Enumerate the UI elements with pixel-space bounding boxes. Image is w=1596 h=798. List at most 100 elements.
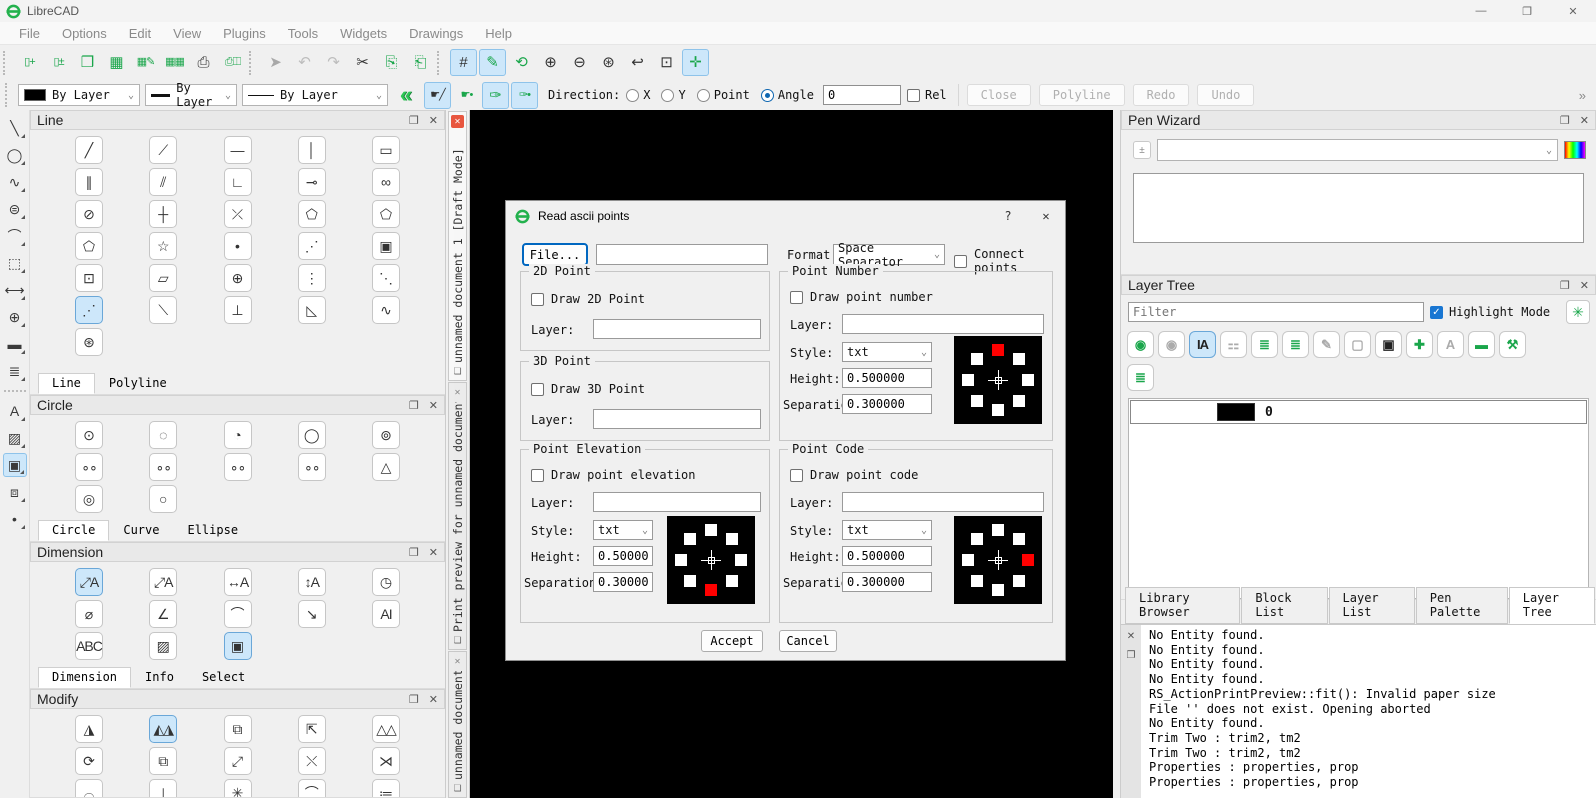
redo-button[interactable]: ↷ — [320, 49, 347, 76]
separation-code-input[interactable] — [842, 572, 932, 592]
circle-inscribed[interactable]: △ — [372, 453, 400, 481]
direction-angle-radio[interactable]: Angle — [761, 88, 814, 102]
dock-tab-layer-tree[interactable]: Layer Tree — [1509, 587, 1595, 624]
angle-input[interactable] — [823, 85, 901, 105]
close-icon[interactable]: ✕ — [451, 115, 464, 128]
close-icon[interactable]: ✕ — [451, 386, 464, 399]
close-action-button[interactable]: Close — [967, 84, 1031, 106]
pen-wizard-list[interactable] — [1133, 173, 1584, 243]
pen-wizard-header[interactable]: Pen Wizard ❐✕ — [1121, 110, 1596, 130]
accept-button[interactable]: Accept — [701, 630, 763, 652]
modify-move[interactable]: ◮ — [75, 715, 103, 743]
polygon-center-corner[interactable]: ⬠ — [298, 200, 326, 228]
file-button[interactable]: File... — [522, 243, 588, 266]
image-tool-button[interactable]: ▣ — [3, 453, 27, 477]
circle-tangent-two-radius[interactable]: ∘∘ — [75, 453, 103, 481]
dialog-close-button[interactable]: ✕ — [1027, 201, 1065, 231]
menu-edit[interactable]: Edit — [118, 24, 162, 43]
circle-center-radius[interactable]: ⊚ — [372, 421, 400, 449]
open-button[interactable]: ❒ — [74, 49, 101, 76]
points-series-tool[interactable]: ⋰ — [298, 232, 326, 260]
modify-move-copy[interactable]: ⧉ — [149, 747, 177, 775]
single-point-tool[interactable]: • — [224, 232, 252, 260]
zoom-out-button[interactable]: ⊖ — [566, 49, 593, 76]
ellipse-tools-button[interactable]: ⊜ — [3, 197, 27, 221]
layers-lock-all-button[interactable]: ▣ — [1375, 331, 1402, 358]
image-tool[interactable]: ▣ — [224, 632, 252, 660]
format-select[interactable]: Space Separator⌄ — [833, 244, 945, 265]
menu-help[interactable]: Help — [474, 24, 523, 43]
layers-construction-button[interactable]: ⚏ — [1220, 331, 1247, 358]
triangle-tool[interactable]: ◺ — [298, 296, 326, 324]
dim-angular[interactable]: ∠ — [149, 600, 177, 628]
layers-text-label-button[interactable]: IA — [1189, 331, 1216, 358]
height-code-input[interactable] — [842, 546, 932, 566]
circle-by-arc[interactable]: ○ — [149, 485, 177, 513]
circle-tools-button[interactable]: ◯ — [3, 143, 27, 167]
print-button[interactable]: ⎙ — [190, 49, 217, 76]
line-tools-button[interactable]: ╲ — [3, 116, 27, 140]
modify-tools-button[interactable]: ⊕ — [3, 305, 27, 329]
crosshair-tool[interactable]: ⊕ — [224, 264, 252, 292]
float-panel-icon[interactable]: ❐ — [409, 693, 419, 706]
line-tangent-point-circle[interactable]: ⊸ — [298, 168, 326, 196]
layer-2d-input[interactable] — [593, 319, 761, 339]
polygon-corners[interactable]: ⬠ — [75, 232, 103, 260]
tab-info[interactable]: Info — [131, 667, 188, 688]
layer-color-swatch[interactable] — [1217, 403, 1255, 421]
circle-two-points-radius[interactable]: ◔ — [224, 421, 252, 449]
dim-leader[interactable]: ↘ — [298, 600, 326, 628]
circle-center-point[interactable]: ⊙ — [75, 421, 103, 449]
hatch-tool[interactable]: ▨ — [149, 632, 177, 660]
float-panel-icon[interactable]: ❐ — [1560, 279, 1570, 292]
dock-tab-layer-list[interactable]: Layer List — [1329, 587, 1415, 624]
dock-tab-block-list[interactable]: Block List — [1241, 587, 1327, 624]
separation-number-input[interactable] — [842, 394, 932, 414]
layer-tree-header[interactable]: Layer Tree ❐✕ — [1121, 275, 1596, 295]
close-panel-icon[interactable]: ✕ — [429, 114, 438, 127]
direction-y-radio[interactable]: Y — [661, 88, 685, 102]
close-panel-icon[interactable]: ✕ — [429, 693, 438, 706]
pan-zoom-button[interactable]: ✛ — [682, 49, 709, 76]
line-parallel[interactable]: ∥ — [75, 168, 103, 196]
layers-sort-button[interactable]: ≣ — [1251, 331, 1278, 358]
command-log[interactable]: No Entity found.No Entity found.No Entit… — [1141, 625, 1596, 798]
dim-linear[interactable]: ⤢A — [149, 568, 177, 596]
layer-3d-input[interactable] — [593, 409, 761, 429]
circle-tangent-two[interactable]: ∘∘ — [224, 453, 252, 481]
menu-options[interactable]: Options — [51, 24, 118, 43]
tab-circle[interactable]: Circle — [38, 520, 109, 541]
new-from-template-button[interactable]: ▯± — [45, 49, 72, 76]
dim-horizontal[interactable]: ↔A — [224, 568, 252, 596]
line-parallel-through-point[interactable]: ⫽ — [149, 168, 177, 196]
height-number-input[interactable] — [842, 368, 932, 388]
layers-unlock-all-button[interactable]: ▢ — [1344, 331, 1371, 358]
read-ascii-points-tool[interactable]: ⋰ — [75, 296, 103, 324]
line-tangent-orthogonal[interactable]: ⊘ — [75, 200, 103, 228]
draw-point-elevation-checkbox[interactable]: Draw point elevation — [531, 468, 696, 482]
pen-linetype-combo[interactable]: By Layer ⌄ — [242, 84, 388, 106]
tab-dimension[interactable]: Dimension — [38, 667, 131, 688]
rect-points-tool[interactable]: ⊡ — [75, 264, 103, 292]
toolbar-grip[interactable] — [5, 83, 13, 107]
layer-edit-button[interactable]: ⚒ — [1499, 331, 1526, 358]
layer-add-button[interactable]: ✚ — [1406, 331, 1433, 358]
undo-action-button[interactable]: Undo — [1197, 84, 1254, 106]
layer-elevation-input[interactable] — [593, 492, 761, 512]
points-chain-tool[interactable]: ⋮ — [298, 264, 326, 292]
draft-mode-button[interactable]: ✎ — [479, 49, 506, 76]
height-elevation-input[interactable] — [593, 546, 653, 566]
modify-trim[interactable]: ⤬ — [298, 747, 326, 775]
rect-point-tool[interactable]: ▣ — [372, 232, 400, 260]
modify-stretch[interactable]: ⤢ — [224, 747, 252, 775]
line-horizontal[interactable]: — — [224, 136, 252, 164]
modify-trim-two[interactable]: ⋊ — [372, 747, 400, 775]
toolbar-grip[interactable] — [249, 51, 257, 75]
layer-remove-button[interactable]: ▬ — [1468, 331, 1495, 358]
circle-panel-header[interactable]: Circle ❐✕ — [30, 395, 445, 415]
toolbar-overflow-icon[interactable]: » — [1579, 88, 1586, 103]
dim-arc[interactable]: ⌒ — [224, 600, 252, 628]
pen-apply-button[interactable]: ✑• — [511, 82, 538, 109]
line-vertical[interactable]: │ — [298, 136, 326, 164]
save-as-button[interactable]: ▦✎ — [132, 49, 159, 76]
